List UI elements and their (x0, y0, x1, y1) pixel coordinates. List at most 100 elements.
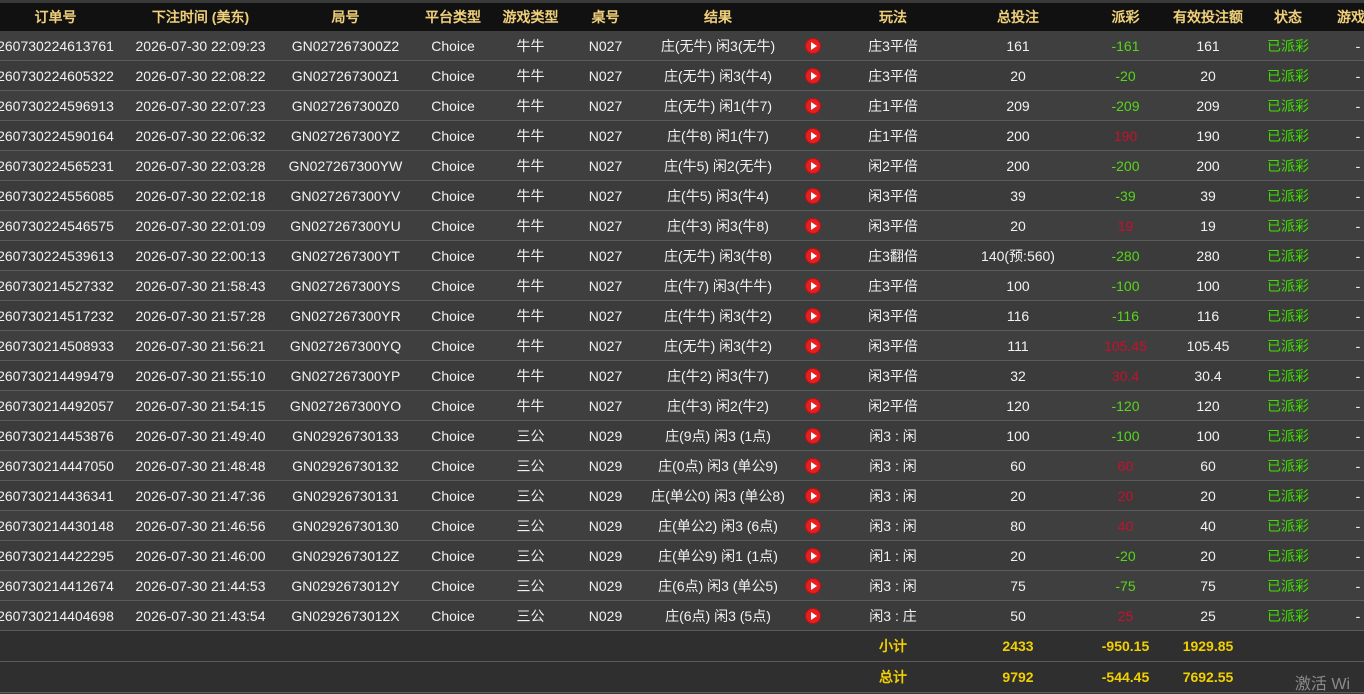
replay-cell (793, 31, 833, 61)
play-replay-icon[interactable] (805, 338, 821, 355)
play-replay-icon[interactable] (805, 188, 821, 205)
valid-bet-cell: 75 (1168, 570, 1248, 601)
play-replay-icon[interactable] (805, 398, 821, 415)
play-cell: 闲3 : 闲 (833, 570, 953, 601)
subtotal-valid: 1929.85 (1168, 630, 1248, 662)
play-replay-icon[interactable] (805, 98, 821, 115)
status-cell: 已派彩 (1248, 210, 1328, 241)
play-replay-icon[interactable] (805, 578, 821, 595)
table-row[interactable]: 260730214453876 2026-07-30 21:49:40 GN0292… (0, 420, 1364, 451)
status-cell: 已派彩 (1248, 180, 1328, 211)
play-replay-icon[interactable] (805, 368, 821, 385)
valid-bet-cell: 19 (1168, 210, 1248, 241)
replay-cell (793, 480, 833, 511)
total-bet-cell: 116 (953, 300, 1083, 331)
replay-cell (793, 510, 833, 541)
order-no-cell: 260730224546575 (0, 210, 123, 241)
play-replay-icon[interactable] (805, 278, 821, 295)
bet-time-cell: 2026-07-30 22:08:22 (123, 60, 278, 91)
game-mode-cell: - (1328, 240, 1364, 271)
total-bet-cell: 120 (953, 390, 1083, 421)
col-game-type[interactable]: 游戏类型 (493, 3, 568, 31)
play-replay-icon[interactable] (805, 458, 821, 475)
platform-cell: Choice (413, 450, 493, 481)
table-row[interactable]: 260730214404698 2026-07-30 21:43:54 GN0292… (0, 600, 1364, 631)
total-bet-cell: 39 (953, 180, 1083, 211)
play-replay-icon[interactable] (805, 518, 821, 535)
order-no-cell: 260730224613761 (0, 31, 123, 61)
table-row[interactable]: 260730224546575 2026-07-30 22:01:09 GN0272… (0, 210, 1364, 241)
col-valid-bet[interactable]: 有效投注额 (1168, 3, 1248, 31)
status-cell: 已派彩 (1248, 510, 1328, 541)
table-no-cell: N027 (568, 120, 643, 151)
game-mode-cell: - (1328, 90, 1364, 121)
table-row[interactable]: 260730224590164 2026-07-30 22:06:32 GN0272… (0, 120, 1364, 151)
col-bet-time[interactable]: 下注时间 (美东) (123, 3, 278, 31)
col-round-no[interactable]: 局号 (278, 3, 413, 31)
col-order-no[interactable]: 订单号 (0, 3, 123, 31)
play-replay-icon[interactable] (805, 488, 821, 505)
table-row[interactable]: 260730214412674 2026-07-30 21:44:53 GN0292… (0, 570, 1364, 601)
table-row[interactable]: 260730214499479 2026-07-30 21:55:10 GN0272… (0, 360, 1364, 391)
play-replay-icon[interactable] (805, 248, 821, 265)
play-replay-icon[interactable] (805, 218, 821, 235)
col-game-mode[interactable]: 游戏模 (1328, 3, 1364, 31)
game-mode-cell: - (1328, 450, 1364, 481)
play-cell: 闲3 : 闲 (833, 450, 953, 481)
total-bet-cell: 20 (953, 540, 1083, 571)
table-row[interactable]: 260730224613761 2026-07-30 22:09:23 GN0272… (0, 31, 1364, 61)
play-replay-icon[interactable] (805, 128, 821, 145)
table-row[interactable]: 260730214492057 2026-07-30 21:54:15 GN0272… (0, 390, 1364, 421)
table-row[interactable]: 260730224596913 2026-07-30 22:07:23 GN0272… (0, 90, 1364, 121)
col-play[interactable]: 玩法 (833, 3, 953, 31)
col-payout[interactable]: 派彩 (1083, 3, 1168, 31)
play-cell: 闲2平倍 (833, 390, 953, 421)
play-replay-icon[interactable] (805, 428, 821, 445)
order-no-cell: 260730224596913 (0, 90, 123, 121)
table-row[interactable]: 260730214422295 2026-07-30 21:46:00 GN0292… (0, 540, 1364, 571)
total-bet-cell: 140(预:560) (953, 240, 1083, 271)
play-replay-icon[interactable] (805, 38, 821, 55)
table-no-cell: N029 (568, 540, 643, 571)
play-replay-icon[interactable] (805, 68, 821, 85)
game-mode-cell: - (1328, 150, 1364, 181)
table-row[interactable]: 260730214527332 2026-07-30 21:58:43 GN0272… (0, 270, 1364, 301)
col-replay (793, 3, 833, 31)
table-row[interactable]: 260730214430148 2026-07-30 21:46:56 GN0292… (0, 510, 1364, 541)
status-cell: 已派彩 (1248, 120, 1328, 151)
col-status[interactable]: 状态 (1248, 3, 1328, 31)
table-no-cell: N029 (568, 570, 643, 601)
status-cell: 已派彩 (1248, 60, 1328, 91)
col-total-bet[interactable]: 总投注 (953, 3, 1083, 31)
result-cell: 庄(牛2) 闲3(牛7) (643, 360, 793, 391)
play-replay-icon[interactable] (805, 308, 821, 325)
table-row[interactable]: 260730224605322 2026-07-30 22:08:22 GN0272… (0, 60, 1364, 91)
table-row[interactable]: 260730214508933 2026-07-30 21:56:21 GN0272… (0, 330, 1364, 361)
platform-cell: Choice (413, 270, 493, 301)
play-replay-icon[interactable] (805, 608, 821, 625)
result-cell: 庄(单公9) 闲1 (1点) (643, 540, 793, 571)
col-result[interactable]: 结果 (643, 3, 793, 31)
col-table-no[interactable]: 桌号 (568, 3, 643, 31)
play-replay-icon[interactable] (805, 548, 821, 565)
result-cell: 庄(牛牛) 闲3(牛2) (643, 300, 793, 331)
valid-bet-cell: 60 (1168, 450, 1248, 481)
play-replay-icon[interactable] (805, 158, 821, 175)
result-cell: 庄(牛3) 闲3(牛8) (643, 210, 793, 241)
replay-cell (793, 120, 833, 151)
game-type-cell: 牛牛 (493, 210, 568, 241)
game-mode-cell: - (1328, 210, 1364, 241)
subtotal-payout: -950.15 (1083, 630, 1168, 662)
table-row[interactable]: 260730214447050 2026-07-30 21:48:48 GN0292… (0, 450, 1364, 481)
table-row[interactable]: 260730224565231 2026-07-30 22:03:28 GN0272… (0, 150, 1364, 181)
table-row[interactable]: 260730214517232 2026-07-30 21:57:28 GN0272… (0, 300, 1364, 331)
table-row[interactable]: 260730224539613 2026-07-30 22:00:13 GN0272… (0, 240, 1364, 271)
platform-cell: Choice (413, 420, 493, 451)
game-type-cell: 牛牛 (493, 330, 568, 361)
valid-bet-cell: 39 (1168, 180, 1248, 211)
total-bet-cell: 20 (953, 60, 1083, 91)
platform-cell: Choice (413, 300, 493, 331)
table-row[interactable]: 260730224556085 2026-07-30 22:02:18 GN0272… (0, 180, 1364, 211)
col-platform[interactable]: 平台类型 (413, 3, 493, 31)
table-row[interactable]: 260730214436341 2026-07-30 21:47:36 GN0292… (0, 480, 1364, 511)
